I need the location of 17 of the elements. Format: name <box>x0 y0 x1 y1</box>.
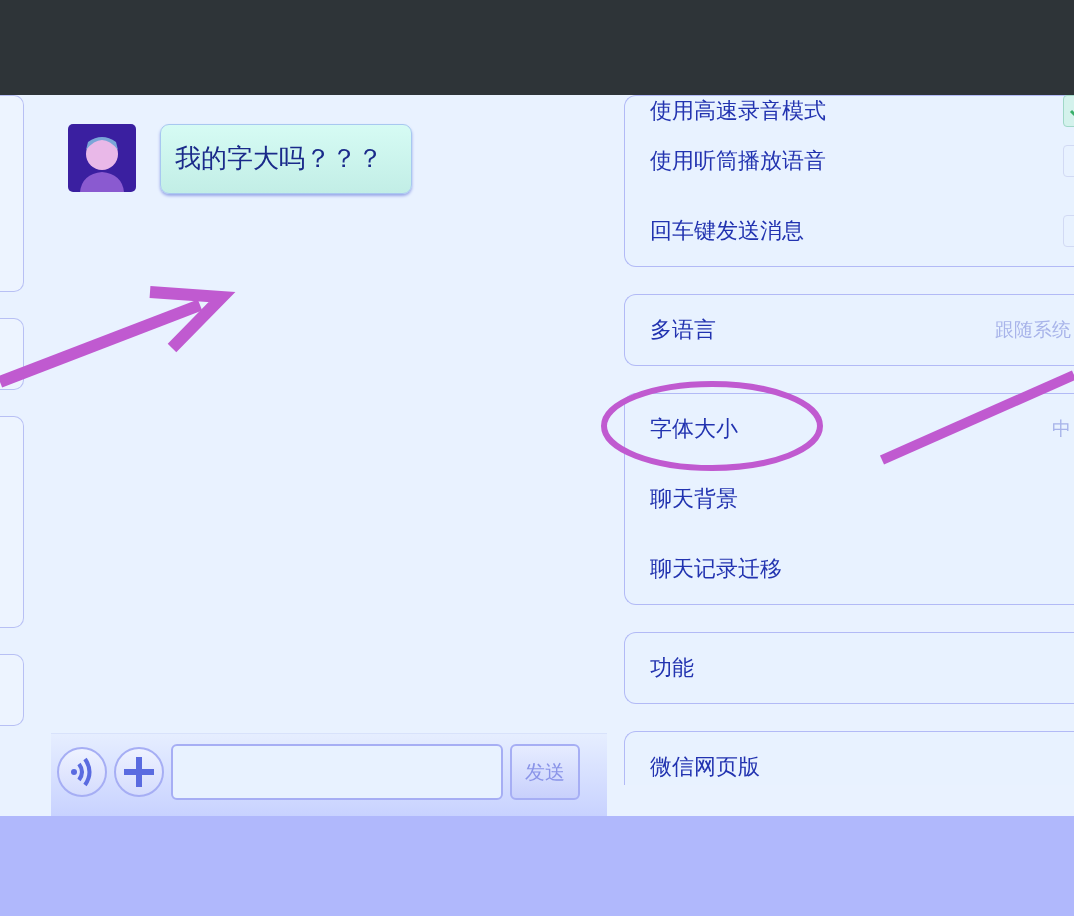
setting-value: 跟随系统 <box>995 317 1071 342</box>
plus-icon <box>122 755 156 789</box>
setting-label[interactable]: 多语言 <box>650 315 995 345</box>
setting-label[interactable]: 使用高速录音模式 <box>650 96 1063 126</box>
setting-label[interactable]: 聊天记录迁移 <box>650 554 1074 584</box>
setting-value: 中 <box>1052 416 1071 441</box>
setting-label[interactable]: 聊天背景 <box>650 484 1074 514</box>
message-input[interactable] <box>171 744 503 800</box>
setting-label[interactable]: 微信网页版 <box>650 752 1074 782</box>
avatar-icon <box>68 124 136 192</box>
setting-label[interactable]: 字体大小 <box>650 414 1052 444</box>
voice-button[interactable] <box>57 747 107 797</box>
setting-label[interactable]: 使用听筒播放语音 <box>650 146 1063 176</box>
message-bubble: 我的字大吗？？？ <box>160 124 412 194</box>
setting-label[interactable]: 回车键发送消息 <box>650 216 1063 246</box>
setting-label[interactable]: 功能 <box>650 653 1074 683</box>
add-button[interactable] <box>114 747 164 797</box>
